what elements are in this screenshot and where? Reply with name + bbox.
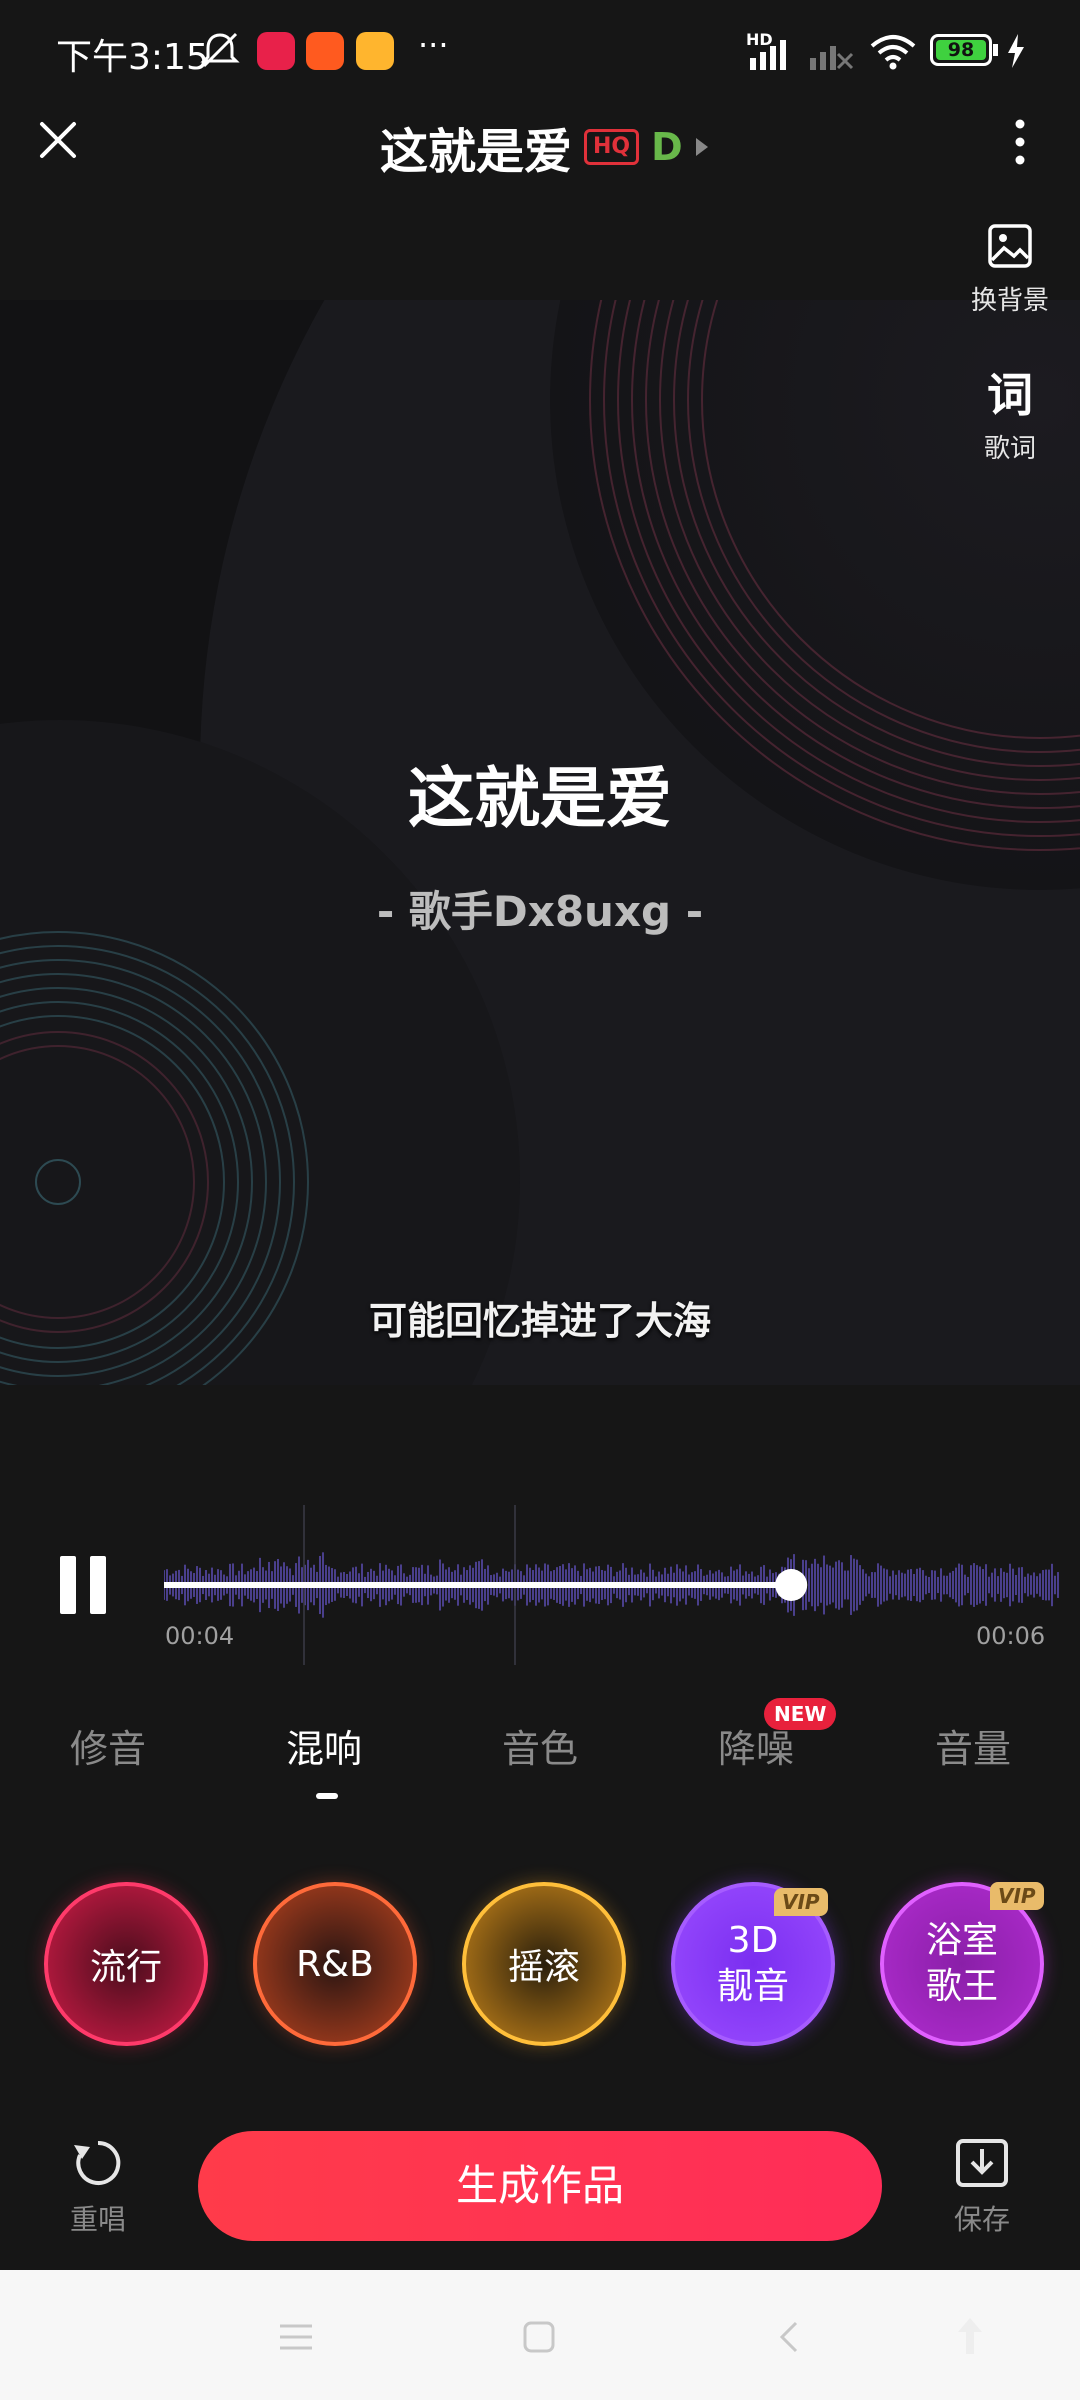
pause-button[interactable] <box>58 1556 108 1614</box>
artwork-artist: - 歌手Dx8uxg - <box>376 887 704 936</box>
effect-label: 3D <box>727 1920 779 1961</box>
close-icon[interactable] <box>36 118 80 162</box>
menu-icon[interactable] <box>278 2322 314 2352</box>
effect-rnb-button[interactable]: R&B <box>253 1882 417 2046</box>
tab-volume[interactable]: 音量 <box>893 1718 1053 1773</box>
download-icon <box>956 2139 1008 2187</box>
home-icon[interactable] <box>522 2320 556 2354</box>
redo-button[interactable]: 重唱 <box>38 2135 158 2238</box>
total-time: 00:06 <box>976 1622 1046 1650</box>
new-badge: NEW <box>764 1698 837 1730</box>
effect-pop-button[interactable]: 流行 <box>44 1882 208 2046</box>
lyrics-label: 歌词 <box>983 434 1036 464</box>
song-title: 这就是爱 <box>380 124 573 180</box>
image-icon <box>988 224 1032 268</box>
background-art <box>0 300 1080 1385</box>
effect-label: 靓音 <box>716 1966 789 2007</box>
more-notifications-icon: ··· <box>418 26 449 64</box>
back-icon[interactable] <box>776 2320 800 2354</box>
system-navigation-bar <box>0 2270 1080 2400</box>
save-label: 保存 <box>953 2203 1010 2236</box>
effect-label: R&B <box>296 1943 374 1985</box>
app-notification-icon <box>306 32 344 70</box>
app-notification-icon <box>356 32 394 70</box>
charging-icon <box>1008 34 1024 68</box>
lyrics-background <box>0 300 1080 1385</box>
lyrics-icon: 词 <box>987 368 1033 422</box>
tab-timbre[interactable]: 音色 <box>460 1718 620 1773</box>
elapsed-time: 00:04 <box>165 1622 235 1650</box>
app-notification-icon <box>257 32 295 70</box>
lyrics-button[interactable]: 词 歌词 <box>955 368 1065 465</box>
pause-bar <box>60 1556 76 1614</box>
play-triangle-icon <box>695 138 708 156</box>
wifi-icon <box>870 35 916 70</box>
battery-level: 98 <box>936 40 986 60</box>
vip-badge: VIP <box>990 1882 1044 1910</box>
change-background-label: 换背景 <box>970 286 1049 316</box>
generate-work-button[interactable]: 生成作品 <box>198 2131 882 2241</box>
dolby-badge[interactable]: D <box>651 125 683 169</box>
more-options-icon[interactable] <box>1008 118 1032 166</box>
battery-tip <box>993 44 998 56</box>
effect-rock-button[interactable]: 摇滚 <box>462 1882 626 2046</box>
upload-icon <box>958 2318 982 2354</box>
redo-label: 重唱 <box>69 2203 126 2236</box>
effect-label: 浴室 <box>925 1920 998 1961</box>
hq-badge[interactable]: HQ <box>584 129 640 165</box>
tab-pitch-fix[interactable]: 修音 <box>28 1718 188 1773</box>
title-row: 这就是爱 HQ D <box>380 112 709 182</box>
tab-reverb[interactable]: 混响 <box>244 1718 404 1773</box>
status-time: 下午3:15 <box>56 37 209 78</box>
status-bar: 下午3:15 ··· HD 98 <box>0 0 1080 100</box>
waveform-scrubber[interactable] <box>164 1505 1060 1665</box>
change-background-button[interactable]: 换背景 <box>955 222 1065 317</box>
artwork-song-title: 这就是爱 <box>408 760 672 837</box>
redo-icon <box>74 2140 121 2185</box>
save-button[interactable]: 保存 <box>922 2135 1042 2238</box>
battery-icon: 98 <box>930 34 992 66</box>
muted-bell-icon <box>200 32 240 68</box>
vip-badge: VIP <box>774 1888 828 1916</box>
pause-bar <box>90 1556 106 1614</box>
signal-off-icon <box>810 46 854 70</box>
current-lyric-line: 可能回忆掉进了大海 <box>368 1299 711 1343</box>
effect-label: 摇滚 <box>507 1947 580 1988</box>
signal-icon <box>750 40 786 70</box>
effect-label: 歌王 <box>925 1966 998 2007</box>
scrubber-handle[interactable] <box>775 1569 808 1601</box>
effect-label: 流行 <box>89 1947 162 1988</box>
active-tab-indicator <box>316 1793 338 1799</box>
